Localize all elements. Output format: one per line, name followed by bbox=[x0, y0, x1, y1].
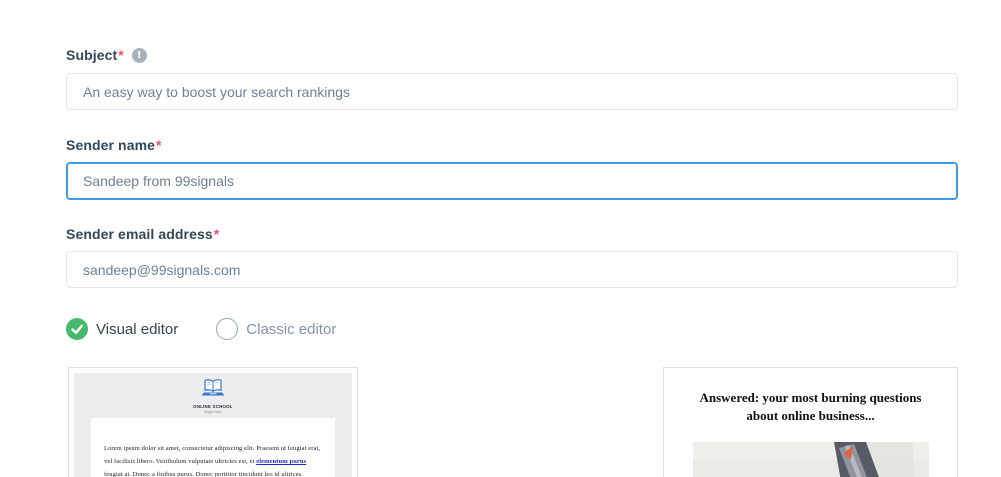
subject-label-row: Subject* ! bbox=[66, 48, 1001, 63]
visual-editor-radio[interactable]: Visual editor bbox=[66, 318, 178, 340]
campaign-settings-page: Subject* ! Sender name* Sender email add… bbox=[0, 0, 1001, 477]
body-text-after-link: feugiat at. Donec a finibus purus. Donec… bbox=[104, 471, 303, 477]
subject-input[interactable] bbox=[66, 73, 958, 110]
classic-editor-radio[interactable]: Classic editor bbox=[216, 318, 336, 340]
sender-name-input[interactable] bbox=[66, 162, 958, 200]
sender-name-label-row: Sender name* bbox=[66, 138, 1001, 153]
email-body-link[interactable]: elementum purus bbox=[256, 458, 306, 465]
classic-editor-label[interactable]: Classic editor bbox=[246, 321, 336, 338]
email-preview-heading: Answered: your most burning questions ab… bbox=[690, 389, 932, 425]
template-previews-row: ONLINE SCHOOL Slogan here Lorem ipsum do… bbox=[68, 367, 958, 477]
sender-email-required-asterisk: * bbox=[214, 227, 220, 242]
radio-unchecked-icon[interactable] bbox=[216, 318, 238, 340]
open-book-laptop-icon bbox=[200, 378, 226, 398]
sender-name-label: Sender name bbox=[66, 138, 155, 153]
logo-tagline: Slogan here bbox=[204, 411, 221, 413]
email-preview-body: ONLINE SCHOOL Slogan here Lorem ipsum do… bbox=[74, 373, 352, 477]
sender-email-label-row: Sender email address* bbox=[66, 227, 1001, 242]
sender-name-required-asterisk: * bbox=[156, 138, 162, 153]
sender-email-label: Sender email address bbox=[66, 227, 213, 242]
checkmark-icon bbox=[66, 318, 88, 340]
template-card-online-school[interactable]: ONLINE SCHOOL Slogan here Lorem ipsum do… bbox=[68, 367, 358, 477]
visual-editor-label[interactable]: Visual editor bbox=[96, 321, 178, 338]
logo-title: ONLINE SCHOOL bbox=[193, 405, 233, 408]
online-school-logo: ONLINE SCHOOL Slogan here bbox=[74, 373, 352, 414]
subject-required-asterisk: * bbox=[118, 48, 124, 63]
template-card-burning-questions[interactable]: Answered: your most burning questions ab… bbox=[663, 367, 958, 477]
info-icon[interactable]: ! bbox=[132, 48, 147, 63]
sender-email-input[interactable] bbox=[66, 251, 958, 288]
email-content-box: Lorem ipsum dolor sit amet, consectetur … bbox=[91, 418, 335, 477]
email-body-text: Lorem ipsum dolor sit amet, consectetur … bbox=[104, 442, 322, 477]
subject-label: Subject bbox=[66, 48, 117, 63]
laptop-photo bbox=[693, 442, 929, 477]
radio-checked-icon[interactable] bbox=[66, 318, 88, 340]
editor-mode-toggle: Visual editor Classic editor bbox=[66, 318, 1001, 340]
campaign-form: Subject* ! Sender name* Sender email add… bbox=[0, 0, 1001, 477]
